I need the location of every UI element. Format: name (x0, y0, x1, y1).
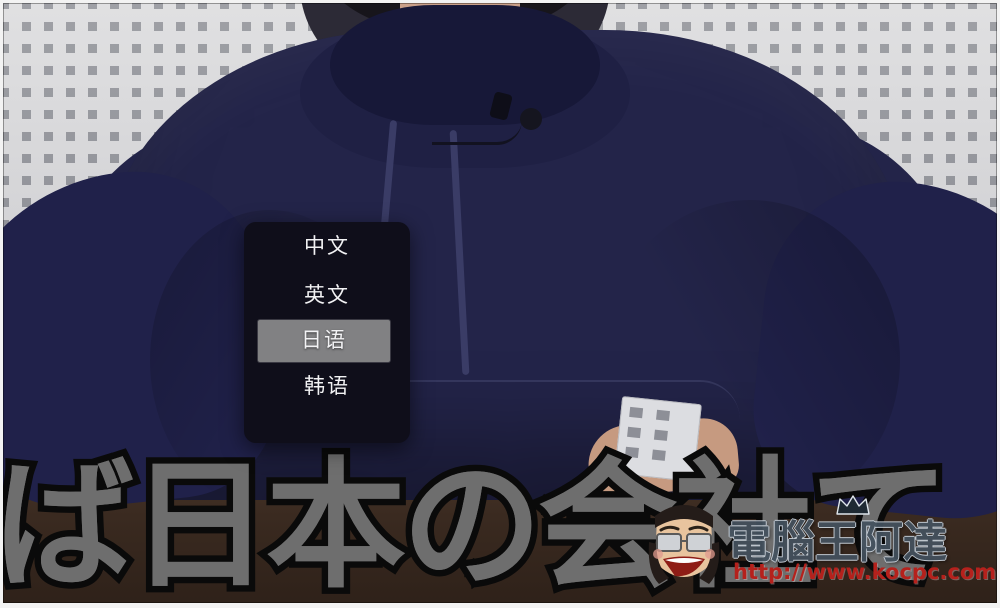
watermark: 電腦王阿達 http://www.kocpc.com.tw (645, 495, 1000, 598)
language-option-japanese-selected[interactable]: 日语 (258, 320, 390, 362)
microphone-capsule (520, 108, 542, 130)
video-player: ば日本の会社て ば日本の会社て 中文 英文 日语 韩语 00:00:37 日语 (0, 0, 1000, 608)
video-frame[interactable]: ば日本の会社て ば日本の会社て 中文 英文 日语 韩语 00:00:37 日语 (0, 0, 1000, 608)
language-option-chinese[interactable]: 中文 (244, 222, 410, 271)
language-option-english[interactable]: 英文 (244, 271, 410, 320)
language-option-label: 英文 (304, 284, 350, 307)
language-option-label: 韩语 (304, 375, 350, 398)
language-option-label: 中文 (304, 235, 350, 258)
hood-opening (330, 5, 600, 125)
watermark-url: http://www.kocpc.com.tw (733, 560, 1000, 584)
language-option-label: 日语 (301, 329, 347, 352)
smiling-face-with-glasses-icon (645, 502, 723, 586)
microphone-cable (432, 120, 522, 145)
language-dropdown-menu[interactable]: 中文 英文 日语 韩语 (244, 222, 410, 443)
language-option-korean[interactable]: 韩语 (244, 362, 410, 411)
